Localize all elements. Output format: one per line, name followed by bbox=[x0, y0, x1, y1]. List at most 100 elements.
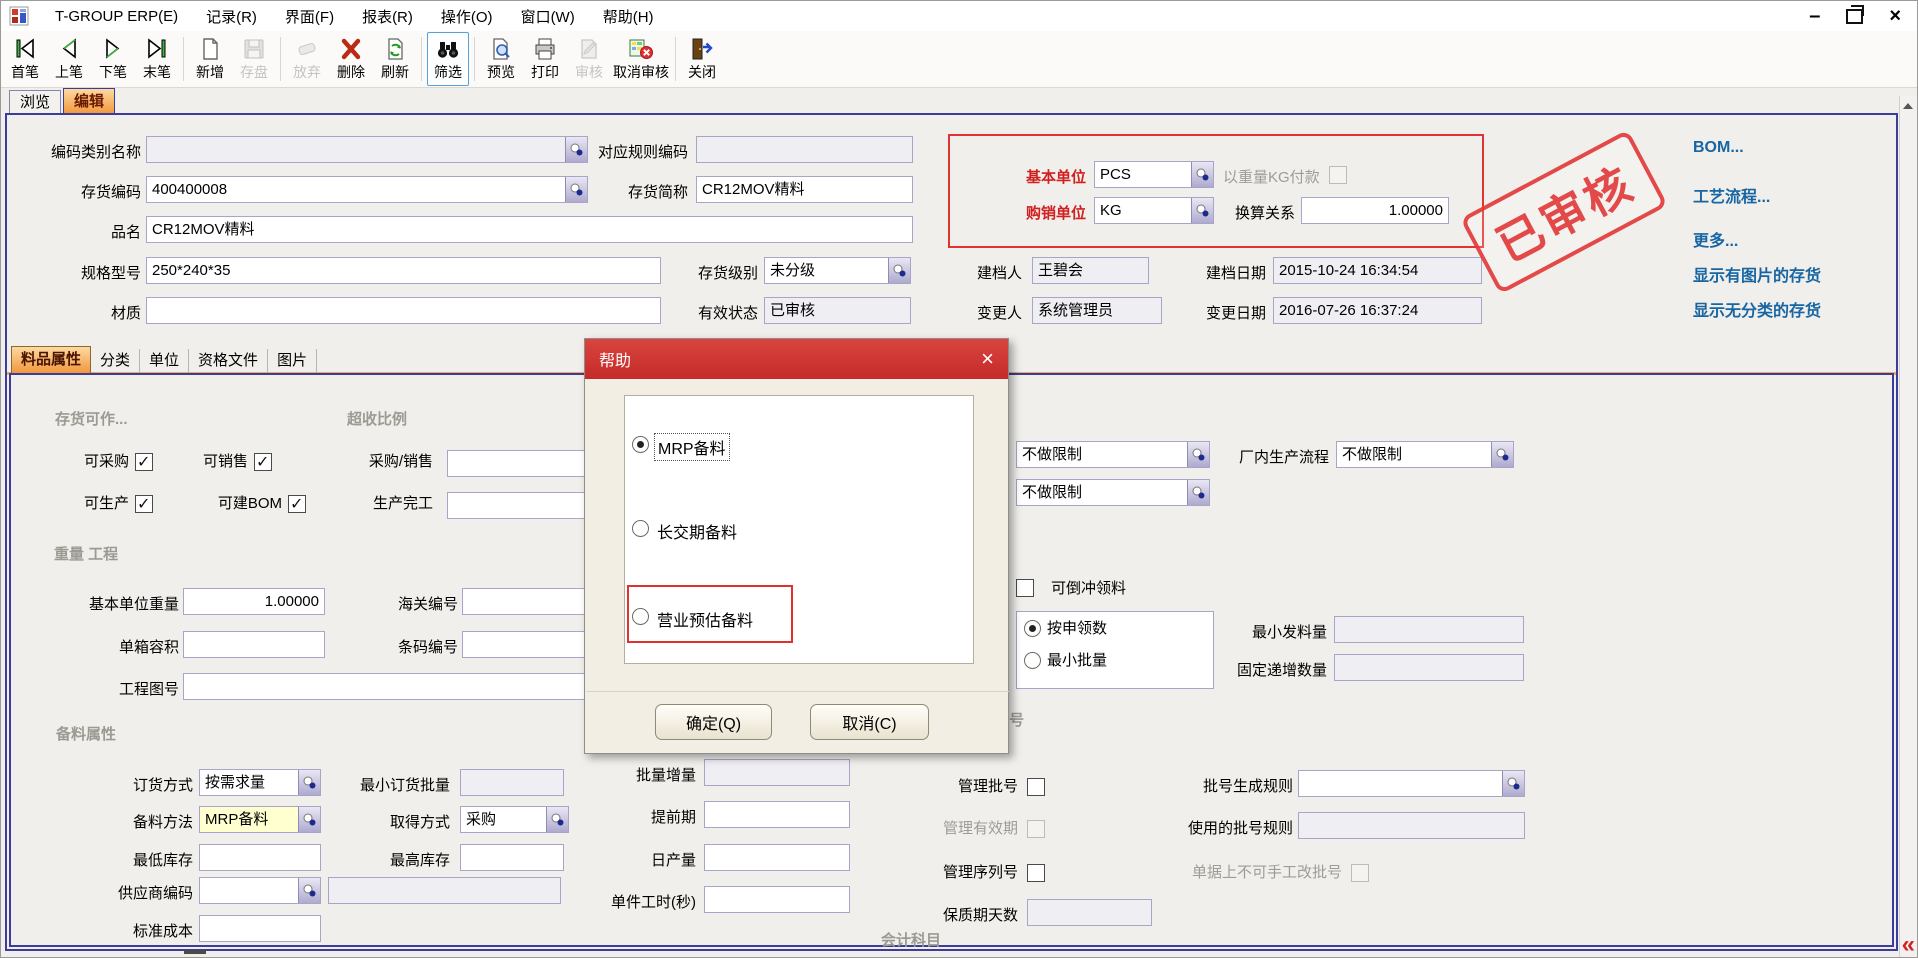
help-dialog-titlebar[interactable]: 帮助 × bbox=[585, 339, 1008, 379]
lookup-icon[interactable] bbox=[1187, 442, 1209, 467]
toolbar-unaudit-button[interactable]: 取消审核 bbox=[612, 32, 670, 86]
menu-tgroup-erp[interactable]: T-GROUP ERP(E) bbox=[55, 8, 178, 25]
batch-rule-field[interactable] bbox=[1298, 770, 1525, 797]
box-volume-field[interactable] bbox=[183, 631, 325, 658]
buy-unit-field[interactable]: KG bbox=[1094, 197, 1214, 224]
conv-rate-field[interactable]: 1.00000 bbox=[1301, 197, 1449, 224]
mrp-option-radio[interactable] bbox=[632, 436, 649, 453]
manage-serial-checkbox[interactable] bbox=[1027, 864, 1045, 882]
lookup-icon[interactable] bbox=[1491, 442, 1513, 467]
tab-edit[interactable]: 编辑 bbox=[63, 88, 115, 114]
menu-record[interactable]: 记录(R) bbox=[206, 6, 257, 27]
toolbar-prev-button[interactable]: 上笔 bbox=[48, 32, 90, 86]
sellable-checkbox[interactable] bbox=[254, 453, 272, 471]
lookup-icon[interactable] bbox=[1191, 198, 1213, 223]
dialog-close-icon[interactable]: × bbox=[981, 349, 994, 369]
menu-help[interactable]: 帮助(H) bbox=[603, 6, 654, 27]
menu-report[interactable]: 报表(R) bbox=[362, 6, 413, 27]
cat-name-field[interactable] bbox=[146, 136, 588, 163]
ok-button[interactable]: 确定(Q) bbox=[655, 704, 772, 740]
order-mode-field[interactable]: 按需求量 bbox=[199, 769, 321, 796]
supplier-field[interactable] bbox=[199, 877, 321, 904]
base-weight-field[interactable]: 1.00000 bbox=[183, 588, 325, 615]
prod-name-field[interactable]: CR12MOV精料 bbox=[146, 216, 913, 243]
min-stock-field[interactable] bbox=[199, 844, 321, 871]
toolbar-filter-button[interactable]: 筛选 bbox=[427, 32, 469, 86]
prep-method-field[interactable]: MRP备料 bbox=[199, 806, 321, 833]
lead-time-label: 提前期 bbox=[636, 804, 696, 831]
issue-min-batch-radio[interactable] bbox=[1024, 652, 1041, 669]
toolbar-close-button[interactable]: 关闭 bbox=[681, 32, 723, 86]
subtab-material-props[interactable]: 料品属性 bbox=[11, 346, 91, 373]
lookup-icon[interactable] bbox=[298, 807, 320, 832]
limit1-field[interactable]: 不做限制 bbox=[1016, 441, 1210, 468]
manage-batch-checkbox[interactable] bbox=[1027, 778, 1045, 796]
lookup-icon[interactable] bbox=[565, 137, 587, 162]
limit2-field[interactable]: 不做限制 bbox=[1016, 479, 1210, 506]
restore-icon[interactable] bbox=[1846, 9, 1863, 24]
factory-flow-field[interactable]: 不做限制 bbox=[1336, 441, 1514, 468]
base-unit-field[interactable]: PCS bbox=[1094, 161, 1214, 188]
menu-operate[interactable]: 操作(O) bbox=[441, 6, 493, 27]
forecast-option-label[interactable]: 营业预估备料 bbox=[657, 607, 753, 631]
toolbar-next-button[interactable]: 下笔 bbox=[92, 32, 134, 86]
toolbar-refresh-button[interactable]: 刷新 bbox=[374, 32, 416, 86]
link-bom[interactable]: BOM... bbox=[1693, 139, 1744, 157]
purchasable-checkbox[interactable] bbox=[135, 453, 153, 471]
lookup-icon[interactable] bbox=[888, 258, 910, 283]
long-lead-option-label[interactable]: 长交期备料 bbox=[657, 519, 737, 543]
toolbar-preview-button[interactable]: 预览 bbox=[480, 32, 522, 86]
vertical-scrollbar[interactable] bbox=[1899, 96, 1917, 958]
std-cost-field[interactable] bbox=[199, 915, 321, 942]
issue-by-request-radio[interactable] bbox=[1024, 620, 1041, 637]
lookup-icon[interactable] bbox=[565, 177, 587, 202]
producible-checkbox[interactable] bbox=[135, 495, 153, 513]
subtab-qualification[interactable]: 资格文件 bbox=[189, 349, 268, 373]
subtab-category[interactable]: 分类 bbox=[91, 349, 140, 373]
horizontal-scroll-thumb[interactable] bbox=[184, 950, 206, 954]
lead-time-field[interactable] bbox=[704, 801, 850, 828]
collapse-panel-icon[interactable]: « bbox=[1902, 935, 1915, 955]
menu-window[interactable]: 窗口(W) bbox=[521, 6, 575, 27]
cancel-button[interactable]: 取消(C) bbox=[810, 704, 929, 740]
link-show-unclassified[interactable]: 显示无分类的存货 bbox=[1693, 297, 1821, 321]
minimize-icon[interactable]: – bbox=[1809, 9, 1820, 23]
max-stock-field[interactable] bbox=[460, 844, 564, 871]
toolbar-first-button[interactable]: 首笔 bbox=[4, 32, 46, 86]
acquire-field[interactable]: 采购 bbox=[460, 806, 569, 833]
inv-level-field[interactable]: 未分级 bbox=[764, 257, 911, 284]
inv-short-field[interactable]: CR12MOV精料 bbox=[696, 176, 913, 203]
close-icon[interactable]: × bbox=[1889, 8, 1901, 24]
toolbar-last-button[interactable]: 末笔 bbox=[136, 32, 178, 86]
binoculars-icon bbox=[435, 37, 461, 61]
toolbar-print-button[interactable]: 打印 bbox=[524, 32, 566, 86]
inv-code-field[interactable]: 400400008 bbox=[146, 176, 588, 203]
lookup-icon[interactable] bbox=[298, 878, 320, 903]
unit-hours-field[interactable] bbox=[704, 886, 850, 913]
lookup-icon[interactable] bbox=[546, 807, 568, 832]
spec-field[interactable]: 250*240*35 bbox=[146, 257, 661, 284]
link-show-with-image[interactable]: 显示有图片的存货 bbox=[1693, 262, 1821, 286]
lookup-icon[interactable] bbox=[1187, 480, 1209, 505]
forecast-option-radio[interactable] bbox=[632, 608, 649, 625]
subtab-unit[interactable]: 单位 bbox=[140, 349, 189, 373]
mrp-option-label[interactable]: MRP备料 bbox=[655, 434, 729, 460]
link-more[interactable]: 更多... bbox=[1693, 227, 1738, 251]
lookup-icon[interactable] bbox=[298, 770, 320, 795]
scroll-up-icon[interactable] bbox=[1901, 99, 1915, 113]
lookup-icon[interactable] bbox=[1502, 771, 1524, 796]
toolbar-delete-button[interactable]: 删除 bbox=[330, 32, 372, 86]
lookup-icon[interactable] bbox=[1191, 162, 1213, 187]
link-process-flow[interactable]: 工艺流程... bbox=[1693, 183, 1770, 207]
daily-output-field[interactable] bbox=[704, 844, 850, 871]
bomable-checkbox[interactable] bbox=[288, 495, 306, 513]
subtab-image[interactable]: 图片 bbox=[268, 349, 317, 373]
cancel-audit-icon bbox=[628, 37, 654, 61]
backflush-checkbox[interactable] bbox=[1016, 579, 1034, 597]
tab-browse[interactable]: 浏览 bbox=[9, 90, 61, 114]
menu-interface[interactable]: 界面(F) bbox=[285, 6, 334, 27]
long-lead-option-radio[interactable] bbox=[632, 520, 649, 537]
material-field[interactable] bbox=[146, 297, 661, 324]
toolbar-new-button[interactable]: 新增 bbox=[189, 32, 231, 86]
rule-code-field[interactable] bbox=[696, 136, 913, 163]
